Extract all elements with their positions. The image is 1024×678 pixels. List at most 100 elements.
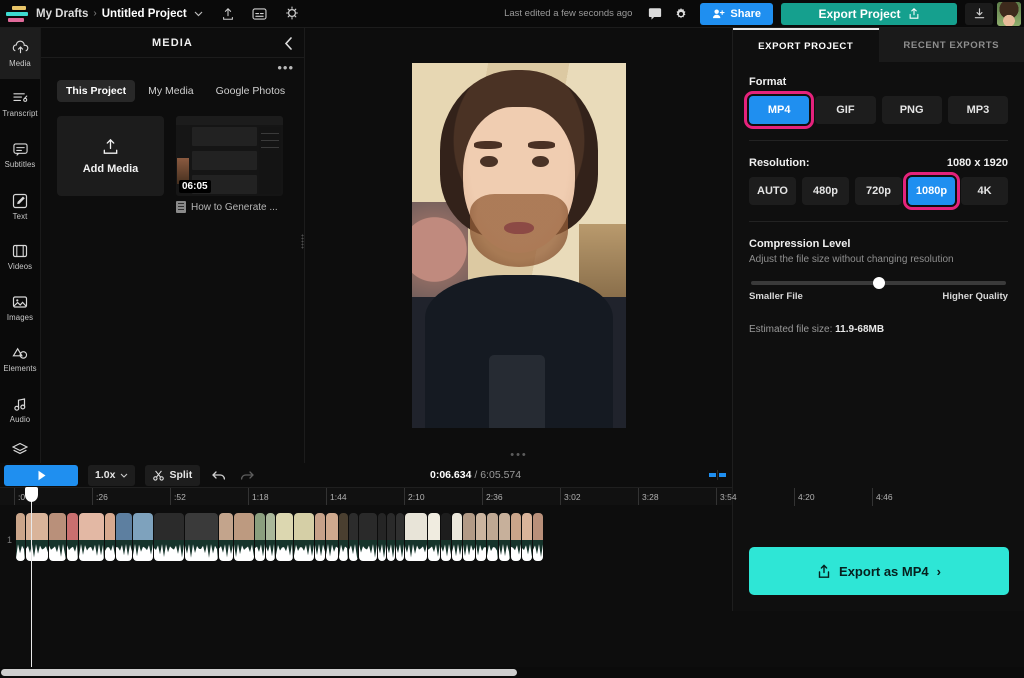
timeline-clip[interactable] xyxy=(387,513,395,561)
audio-waveform xyxy=(116,541,132,561)
upload-icon[interactable] xyxy=(215,1,241,27)
format-option-png[interactable]: PNG xyxy=(882,96,942,124)
timeline-clip[interactable] xyxy=(79,513,104,561)
tab-export-project[interactable]: EXPORT PROJECT xyxy=(733,28,879,62)
timeline-clip[interactable] xyxy=(487,513,498,561)
timeline-clip[interactable] xyxy=(441,513,451,561)
timeline-clip[interactable] xyxy=(266,513,275,561)
redo-icon[interactable] xyxy=(238,466,256,484)
download-icon[interactable] xyxy=(965,3,993,25)
sidebar-item-elements[interactable]: Elements xyxy=(0,334,40,385)
timeline-clip[interactable] xyxy=(255,513,265,561)
preview-drag-dots-icon[interactable]: ••• xyxy=(510,452,528,458)
gear-icon[interactable] xyxy=(668,1,694,27)
sidebar-item-subtitles[interactable]: Subtitles xyxy=(0,130,40,181)
zoom-fit-icon[interactable] xyxy=(708,468,728,482)
timeline-clip[interactable] xyxy=(326,513,338,561)
audio-waveform xyxy=(349,541,358,561)
resolution-option-4k[interactable]: 4K xyxy=(961,177,1008,205)
more-options-icon[interactable]: ••• xyxy=(277,64,294,72)
project-title[interactable]: Untitled Project xyxy=(102,8,187,20)
horizontal-scrollbar[interactable] xyxy=(0,667,1024,678)
format-option-mp3[interactable]: MP3 xyxy=(948,96,1008,124)
timeline-ruler[interactable]: :0:26:521:181:442:102:363:023:283:544:20… xyxy=(0,487,732,505)
resolution-option-720p[interactable]: 720p xyxy=(855,177,902,205)
share-button[interactable]: Share xyxy=(700,3,773,25)
timeline-clip[interactable] xyxy=(499,513,510,561)
playback-speed-dropdown[interactable]: 1.0x xyxy=(88,465,135,486)
comment-icon[interactable] xyxy=(642,1,668,27)
lightbulb-icon[interactable] xyxy=(279,1,305,27)
ruler-tick-label: :26 xyxy=(96,492,108,502)
chevron-down-icon[interactable] xyxy=(194,9,203,19)
timeline-clip[interactable] xyxy=(16,513,25,561)
avatar[interactable] xyxy=(997,2,1021,26)
sidebar-item-audio[interactable]: Audio xyxy=(0,385,40,436)
media-item[interactable]: 06:05 How to Generate ... xyxy=(176,116,283,213)
media-thumbnail[interactable]: 06:05 xyxy=(176,116,283,196)
split-button[interactable]: Split xyxy=(145,465,200,486)
timeline-clip[interactable] xyxy=(105,513,115,561)
play-button[interactable] xyxy=(4,465,78,486)
sidebar-item-videos[interactable]: Videos xyxy=(0,232,40,283)
timeline-clip[interactable] xyxy=(116,513,132,561)
resolution-option-1080p[interactable]: 1080p xyxy=(908,177,955,205)
timeline-clip[interactable] xyxy=(133,513,153,561)
tab-google-photos[interactable]: Google Photos xyxy=(207,80,294,102)
media-panel-header: MEDIA xyxy=(41,28,304,58)
playhead-handle[interactable] xyxy=(25,487,38,502)
scrollbar-thumb[interactable] xyxy=(1,669,517,676)
timeline-clip[interactable] xyxy=(219,513,233,561)
timeline-clip[interactable] xyxy=(533,513,543,561)
tab-recent-exports[interactable]: RECENT EXPORTS xyxy=(879,28,1024,62)
timeline-clip[interactable] xyxy=(452,513,462,561)
timeline-clip[interactable] xyxy=(396,513,404,561)
resolution-option-480p[interactable]: 480p xyxy=(802,177,849,205)
images-icon xyxy=(12,295,28,310)
timeline-clip[interactable] xyxy=(428,513,440,561)
captions-icon[interactable] xyxy=(247,1,273,27)
timeline-clip[interactable] xyxy=(522,513,532,561)
resolution-option-auto[interactable]: AUTO xyxy=(749,177,796,205)
timeline-clip[interactable] xyxy=(463,513,475,561)
timeline-clip[interactable] xyxy=(154,513,184,561)
video-canvas[interactable] xyxy=(412,63,626,428)
tab-my-media[interactable]: My Media xyxy=(139,80,203,102)
media-grid: Add Media 06:05 How to Generate ... xyxy=(41,102,304,213)
timeline-clip[interactable] xyxy=(294,513,314,561)
panel-resize-handle[interactable] xyxy=(299,232,305,250)
timeline-clip[interactable] xyxy=(476,513,486,561)
chevron-left-icon[interactable] xyxy=(280,35,296,51)
timeline-clip[interactable] xyxy=(349,513,358,561)
format-option-gif[interactable]: GIF xyxy=(815,96,875,124)
audio-waveform xyxy=(339,541,348,561)
add-media-button[interactable]: Add Media xyxy=(57,116,164,196)
timeline-clip[interactable] xyxy=(315,513,325,561)
timeline-clip[interactable] xyxy=(378,513,386,561)
export-project-button[interactable]: Export Project xyxy=(781,3,957,25)
breadcrumb-my-drafts[interactable]: My Drafts xyxy=(36,8,88,20)
timeline-clip[interactable] xyxy=(276,513,293,561)
timeline-clip[interactable] xyxy=(67,513,78,561)
timeline-clip[interactable] xyxy=(511,513,521,561)
compression-section: Compression Level Adjust the file size w… xyxy=(749,238,1008,302)
sidebar-item-layers[interactable] xyxy=(0,436,40,462)
sidebar-item-text[interactable]: Text xyxy=(0,181,40,232)
format-option-mp4[interactable]: MP4 xyxy=(749,96,809,124)
timeline-clip[interactable] xyxy=(185,513,218,561)
tab-this-project[interactable]: This Project xyxy=(57,80,135,102)
sidebar-item-media[interactable]: Media xyxy=(0,28,40,79)
timeline-clip[interactable] xyxy=(405,513,427,561)
compression-slider[interactable] xyxy=(751,281,1006,285)
export-as-mp4-button[interactable]: Export as MP4 › xyxy=(749,547,1009,595)
app-logo-icon[interactable] xyxy=(6,6,28,22)
undo-icon[interactable] xyxy=(210,466,228,484)
timeline-clip[interactable] xyxy=(26,513,48,561)
sidebar-item-transcript[interactable]: Transcript xyxy=(0,79,40,130)
timeline-clip[interactable] xyxy=(359,513,377,561)
timeline-clip[interactable] xyxy=(49,513,66,561)
timeline-clip[interactable] xyxy=(339,513,348,561)
compression-slider-knob[interactable] xyxy=(873,277,885,289)
timeline-clip[interactable] xyxy=(234,513,254,561)
sidebar-item-images[interactable]: Images xyxy=(0,283,40,334)
